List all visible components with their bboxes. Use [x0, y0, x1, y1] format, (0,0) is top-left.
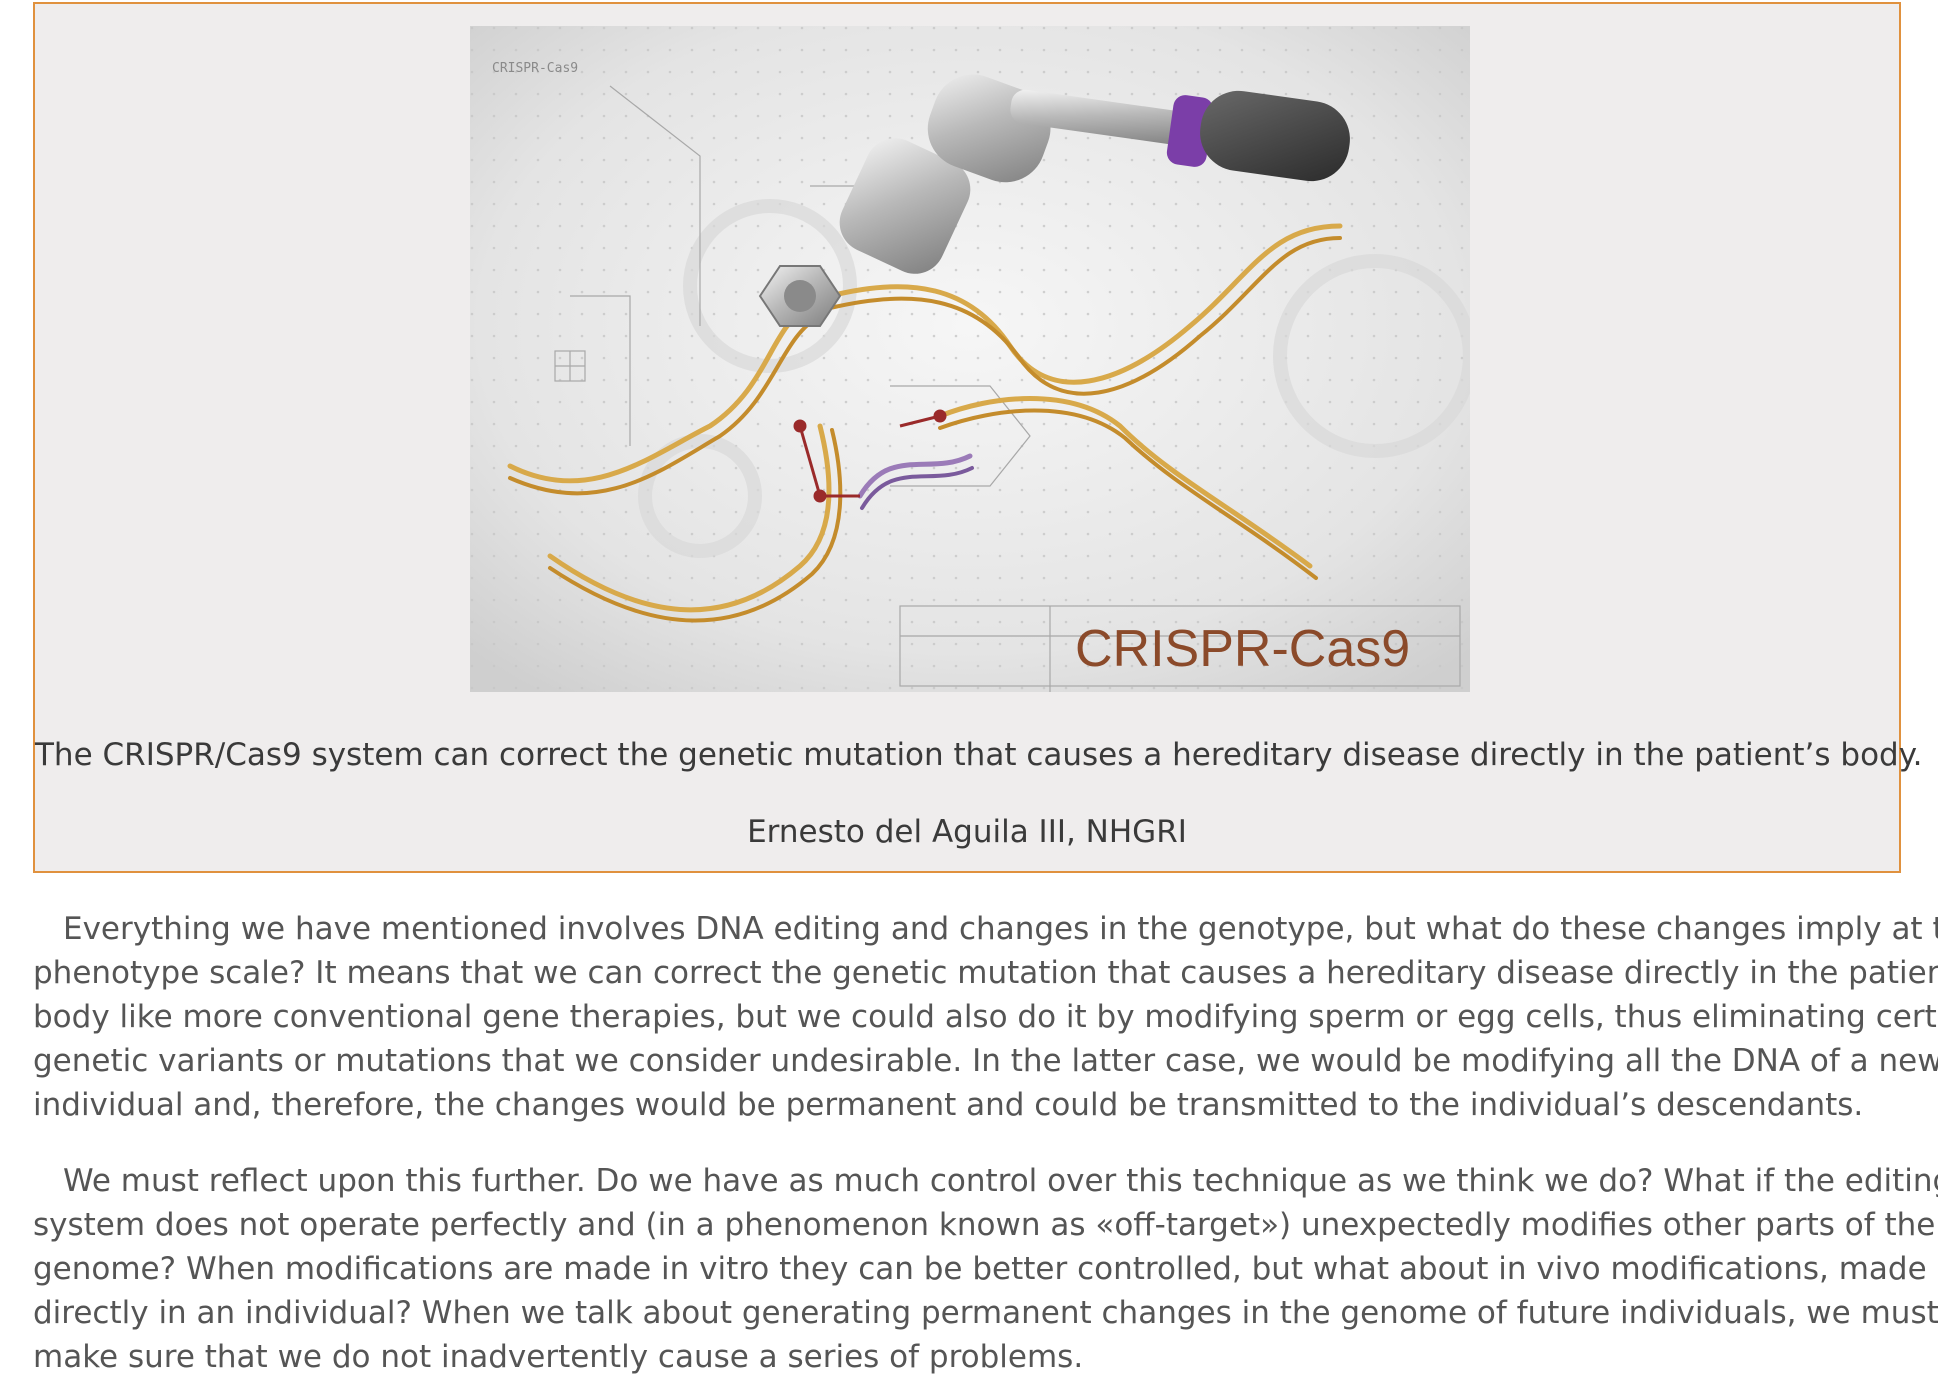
crispr-illustration-image: CRISPR-Cas9 CRISPR-Cas9	[470, 26, 1470, 692]
figure-caption: The CRISPR/Cas9 system can correct the g…	[35, 737, 1923, 773]
article-paragraph-2: We must reflect upon this further. Do we…	[33, 1159, 1938, 1379]
paragraph-line: individual and, therefore, the changes w…	[33, 1087, 1864, 1123]
paragraph-line: system does not operate perfectly and (i…	[33, 1207, 1936, 1243]
paragraph-line: directly in an individual? When we talk …	[33, 1295, 1938, 1331]
crispr-illustration-svg: CRISPR-Cas9 CRISPR-Cas9	[470, 26, 1470, 692]
paragraph-line: Everything we have mentioned involves DN…	[63, 911, 1938, 947]
illustration-title-text: CRISPR-Cas9	[1075, 620, 1410, 678]
paragraph-line: phenotype scale? It means that we can co…	[33, 955, 1938, 991]
article-page: CRISPR-Cas9 CRISPR-Cas9 The CRISPR/Cas9 …	[0, 0, 1938, 1399]
paragraph-line: We must reflect upon this further. Do we…	[63, 1163, 1938, 1199]
paragraph-line: body like more conventional gene therapi…	[33, 999, 1938, 1035]
figure-credit: Ernesto del Aguila III, NHGRI	[747, 814, 1187, 850]
article-paragraph-1: Everything we have mentioned involves DN…	[33, 907, 1938, 1127]
illustration-corner-label: CRISPR-Cas9	[492, 61, 578, 76]
paragraph-line: genome? When modifications are made in v…	[33, 1251, 1927, 1287]
figure-container: CRISPR-Cas9 CRISPR-Cas9 The CRISPR/Cas9 …	[33, 2, 1923, 873]
paragraph-line: make sure that we do not inadvertently c…	[33, 1339, 1084, 1375]
paragraph-line: genetic variants or mutations that we co…	[33, 1043, 1938, 1079]
